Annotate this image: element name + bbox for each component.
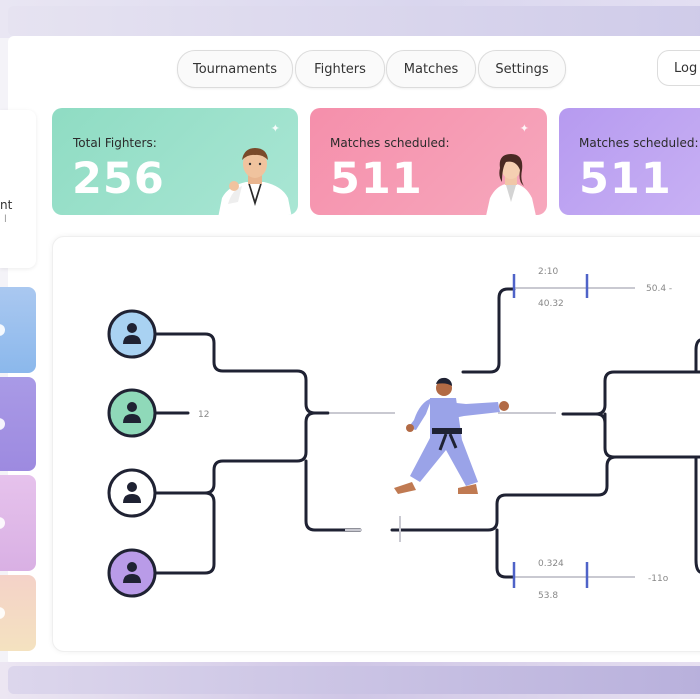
match-score-top-a: 40.32	[538, 299, 564, 309]
bracket-lines	[154, 287, 700, 579]
bracket-diagram: 2:10 40.32 50.4 - 12 0.324 53.8 -11o	[107, 267, 700, 601]
karate-fighter-icon	[394, 377, 509, 494]
bracket-thin-lines	[330, 287, 635, 578]
match-time-top: 2:10	[538, 267, 558, 277]
match-score-bottom-b: -11o	[648, 574, 669, 584]
fighter-avatar-2[interactable]	[107, 388, 157, 438]
match-markers	[512, 274, 589, 588]
match-time-bottom: 0.324	[538, 559, 564, 569]
fighter-avatar-4[interactable]	[107, 548, 157, 598]
match-score-top-b: 50.4 -	[646, 284, 672, 294]
match-label-mid: 12	[198, 410, 209, 420]
fighter-avatar-1[interactable]	[107, 309, 157, 359]
match-score-bottom-a: 53.8	[538, 591, 558, 601]
fighter-avatar-3[interactable]	[107, 468, 157, 518]
